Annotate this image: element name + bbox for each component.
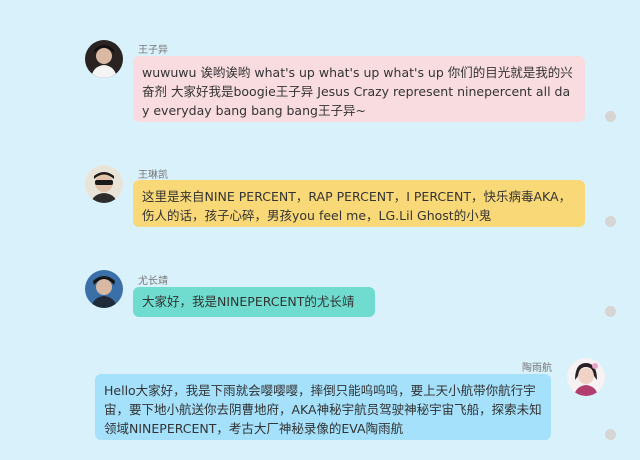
sender-name: 陶雨航 (522, 363, 552, 374)
message-bubble[interactable]: Hello大家好，我是下雨就会嘤嘤嘤，摔倒只能呜呜呜，要上天小航带你航行宇宙，要… (95, 374, 551, 440)
avatar[interactable] (567, 358, 605, 396)
chat-thread: 王子异 wuwuwu 诶哟诶哟 what's up what's up what… (0, 0, 640, 460)
status-dot (605, 429, 616, 440)
message-item: 陶雨航 Hello大家好，我是下雨就会嘤嘤嘤，摔倒只能呜呜呜，要上天小航带你航行… (0, 0, 640, 460)
user-avatar-icon (567, 358, 605, 396)
